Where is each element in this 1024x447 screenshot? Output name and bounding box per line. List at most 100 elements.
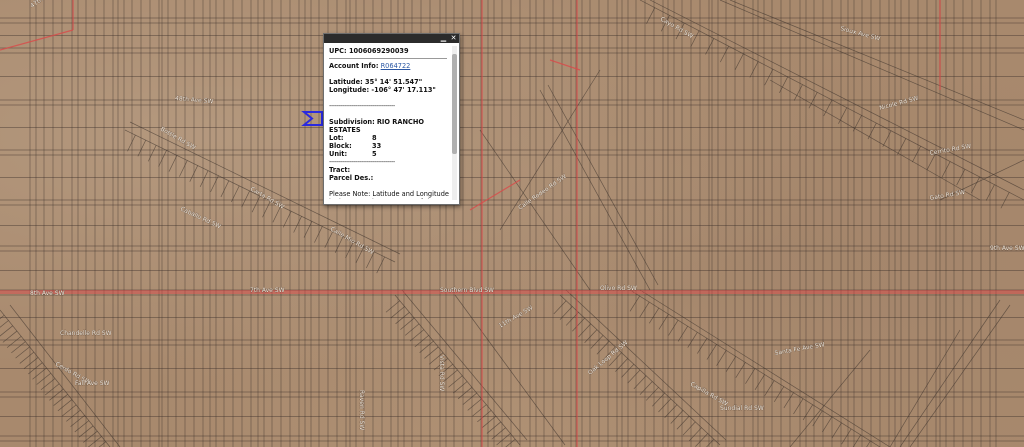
account-info-link[interactable]: R064722 bbox=[381, 62, 411, 70]
parcel-tick bbox=[773, 386, 785, 403]
parcel-tick bbox=[505, 438, 516, 447]
parcel-tick bbox=[6, 336, 22, 348]
longitude-text: Longitude: -106° 47' 17.113" bbox=[329, 86, 436, 94]
subdivision-value-cont: ESTATES bbox=[329, 126, 361, 134]
street-label: Fall Ave SW bbox=[75, 380, 110, 387]
parcel-tick bbox=[719, 45, 729, 63]
parcel-tick bbox=[87, 436, 102, 447]
parcel-map[interactable]: 47th Ave SW48th Ave SWCayo Rd SWSioux Av… bbox=[0, 0, 1024, 447]
parcel-tick bbox=[453, 381, 468, 394]
parcel-tick bbox=[639, 381, 653, 395]
street-label: Raven Rd SW bbox=[358, 390, 365, 430]
parcel-tick bbox=[658, 313, 669, 330]
popup-titlebar[interactable]: ▁ ✕ bbox=[324, 34, 459, 43]
parcel-tick bbox=[53, 394, 68, 406]
close-icon[interactable]: ✕ bbox=[450, 35, 457, 42]
diagonal-street-line bbox=[889, 329, 961, 447]
popup-scrollbar[interactable] bbox=[452, 46, 457, 200]
minimize-icon[interactable]: ▁ bbox=[440, 35, 447, 42]
parcel-tick bbox=[293, 216, 302, 233]
parcel-tick bbox=[70, 415, 85, 427]
parcel-tick bbox=[897, 138, 907, 155]
parcel-tick bbox=[802, 404, 813, 421]
parcel-tick bbox=[783, 392, 794, 409]
parcel-tick bbox=[676, 415, 690, 430]
subdivision-value: RIO RANCHO bbox=[376, 118, 424, 126]
street-label: Sioux Ave SW bbox=[839, 25, 881, 42]
parcel-tick bbox=[231, 185, 240, 203]
parcel-tick bbox=[754, 374, 765, 390]
lot-label: Lot: bbox=[329, 134, 344, 142]
parcel-tick bbox=[911, 145, 921, 163]
parcel-tick bbox=[705, 38, 715, 55]
parcel-tick bbox=[658, 398, 672, 413]
diagonal-street-line bbox=[899, 299, 1001, 447]
diagonal-street-line bbox=[479, 129, 591, 291]
block-label: Block: bbox=[329, 142, 352, 150]
parcel-tick bbox=[179, 160, 188, 177]
parcel-tick bbox=[158, 150, 167, 167]
parcel-tick bbox=[645, 387, 659, 401]
tract-label: Tract: bbox=[329, 166, 351, 174]
parcel-tick bbox=[251, 195, 261, 213]
parcel-tick bbox=[677, 326, 688, 342]
parcel-tick bbox=[749, 61, 759, 78]
parcel-tick bbox=[448, 375, 463, 388]
parcel-tick bbox=[19, 351, 35, 364]
parcel-tick bbox=[590, 335, 604, 349]
scrollbar-thumb[interactable] bbox=[452, 54, 457, 154]
parcel-tick bbox=[324, 231, 334, 248]
parcel-tick bbox=[639, 301, 650, 318]
parcel-tick bbox=[664, 404, 678, 418]
street-label: Caballo Rd SW bbox=[179, 205, 222, 230]
diagonal-street-line bbox=[547, 84, 659, 286]
parcel-tick bbox=[137, 140, 147, 157]
parcel-tick bbox=[697, 338, 708, 354]
parcel-tick bbox=[314, 226, 323, 243]
dash-separator-2: ----------------------------------- bbox=[329, 158, 395, 166]
parcel-tick bbox=[725, 356, 737, 372]
parcel-tick bbox=[584, 329, 598, 343]
parcel-tick bbox=[49, 388, 64, 401]
parcel-tick bbox=[496, 433, 511, 446]
parcel-tick bbox=[419, 340, 434, 353]
parcel-tick bbox=[668, 320, 679, 336]
parcel-tick bbox=[462, 392, 477, 405]
diagonal-street-line bbox=[909, 304, 1011, 447]
diagonal-street-line bbox=[719, 0, 1024, 131]
unit-label: Unit: bbox=[329, 150, 348, 158]
parcel-tick bbox=[147, 145, 157, 162]
popup-content: UPC: 1006069290039 Account Info: R064722… bbox=[329, 47, 451, 199]
note-text: Please Note: Latitude and Longitude is t… bbox=[329, 190, 449, 199]
unit-value: 5 bbox=[372, 150, 377, 158]
street-label: 47th Ave SW bbox=[29, 0, 64, 10]
parcel-tick bbox=[572, 317, 585, 332]
parcel-tick bbox=[793, 398, 804, 415]
street-label: Chandelle Rd SW bbox=[60, 330, 112, 337]
parcel-tick bbox=[424, 346, 439, 359]
parcel-des-label: Parcel Des.: bbox=[329, 174, 374, 182]
parcel-tick bbox=[852, 115, 862, 132]
parcel-tick bbox=[2, 330, 18, 343]
parcel-tick bbox=[210, 175, 219, 193]
subdivision-label: Subdivision: bbox=[329, 118, 375, 126]
parcel-tick bbox=[57, 399, 73, 412]
street-label: 9th Ave SW bbox=[990, 245, 1024, 252]
diagonal-street-line bbox=[649, 0, 1024, 191]
parcel-lines: 47th Ave SW48th Ave SWCayo Rd SWSioux Av… bbox=[0, 0, 1024, 447]
parcel-tick bbox=[0, 325, 13, 337]
parcel-tick bbox=[44, 383, 60, 396]
parcel-tick bbox=[199, 170, 209, 187]
parcel-tick bbox=[11, 341, 26, 354]
boundary-line bbox=[469, 179, 521, 211]
parcel-tick bbox=[764, 380, 775, 397]
parcel-tick bbox=[553, 300, 567, 315]
street-label: Southern Blvd SW bbox=[440, 287, 494, 294]
block-value: 33 bbox=[372, 142, 382, 150]
street-label: Nicole Rd SW bbox=[879, 95, 920, 112]
parcel-tick bbox=[74, 420, 90, 433]
street-label: Vista Rd SW bbox=[438, 355, 445, 391]
account-info-label: Account Info: bbox=[329, 62, 379, 70]
parcel-tick bbox=[646, 7, 656, 24]
street-label: Calle Rodeo Rd SW bbox=[517, 173, 568, 212]
